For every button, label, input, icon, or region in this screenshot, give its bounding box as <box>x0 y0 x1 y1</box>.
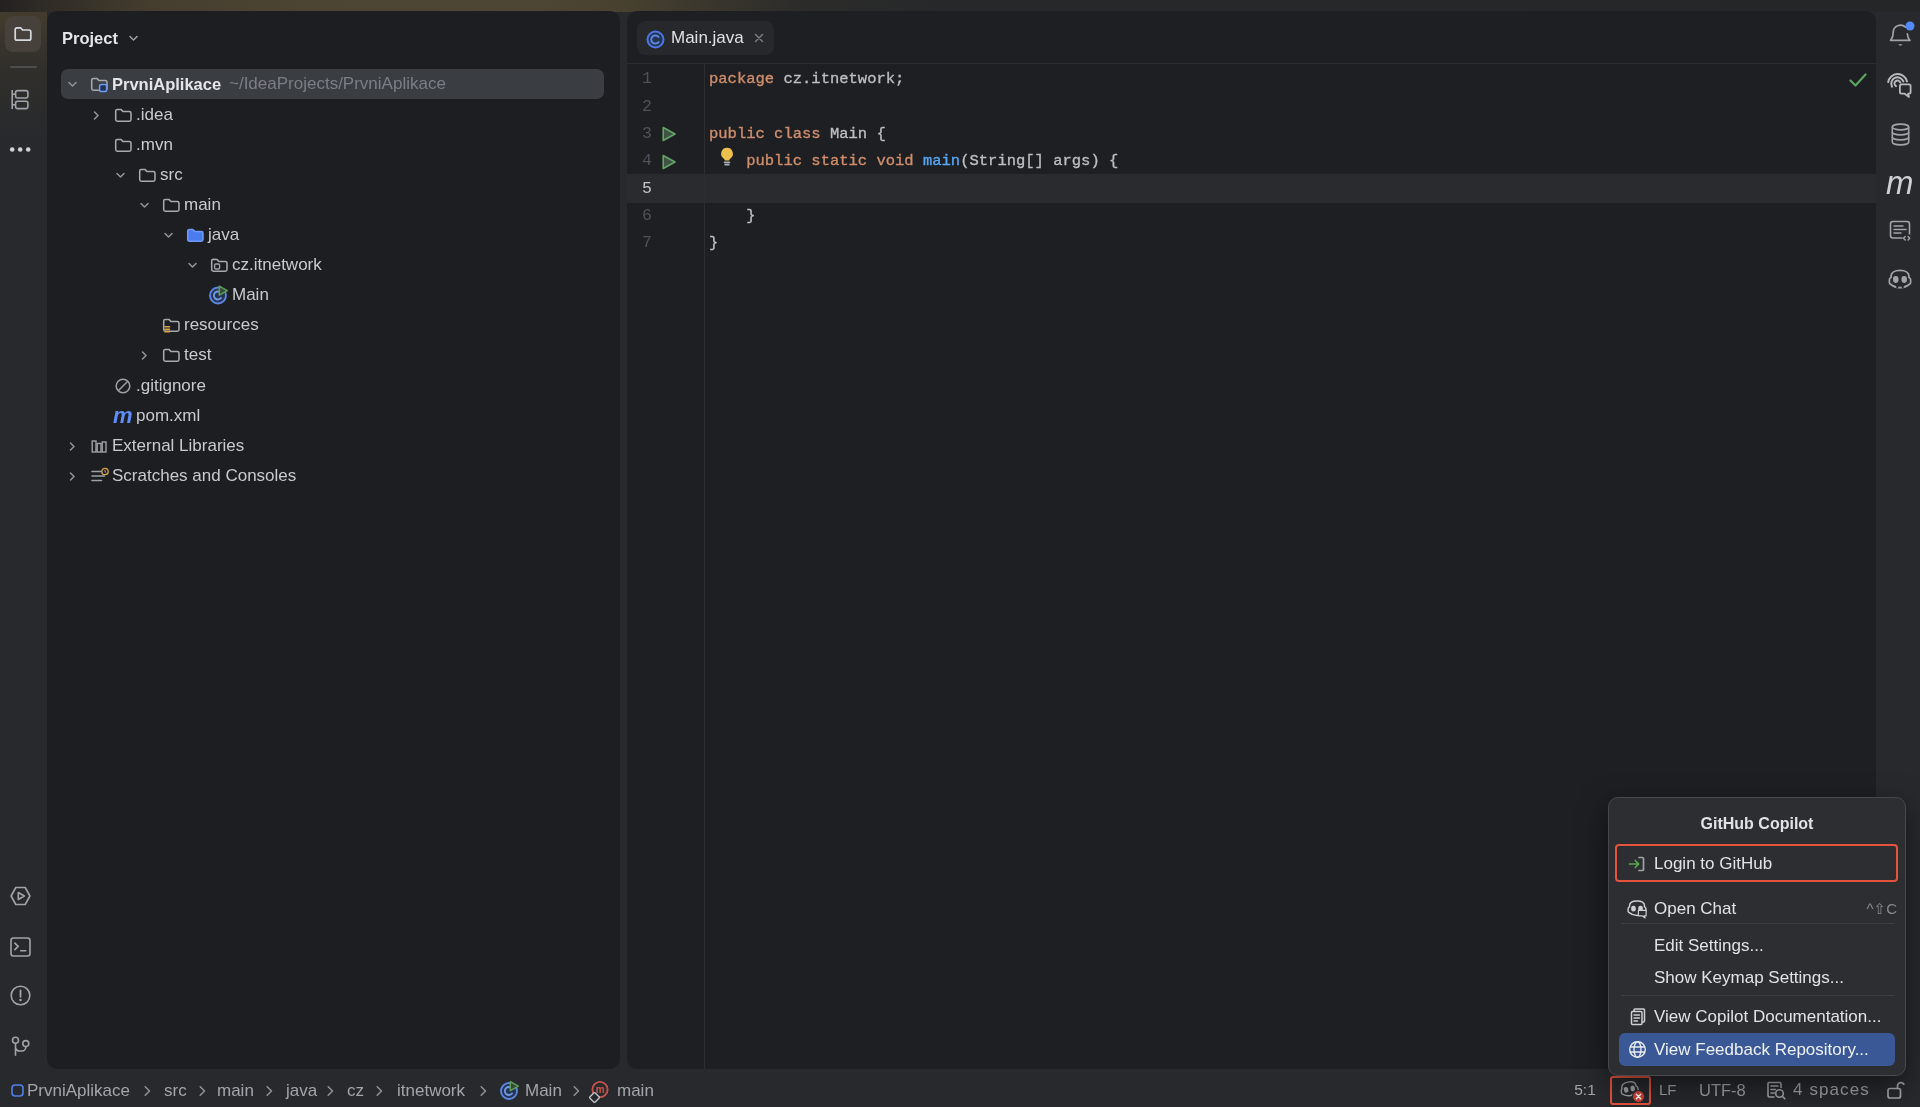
svg-text:m: m <box>596 1084 605 1095</box>
